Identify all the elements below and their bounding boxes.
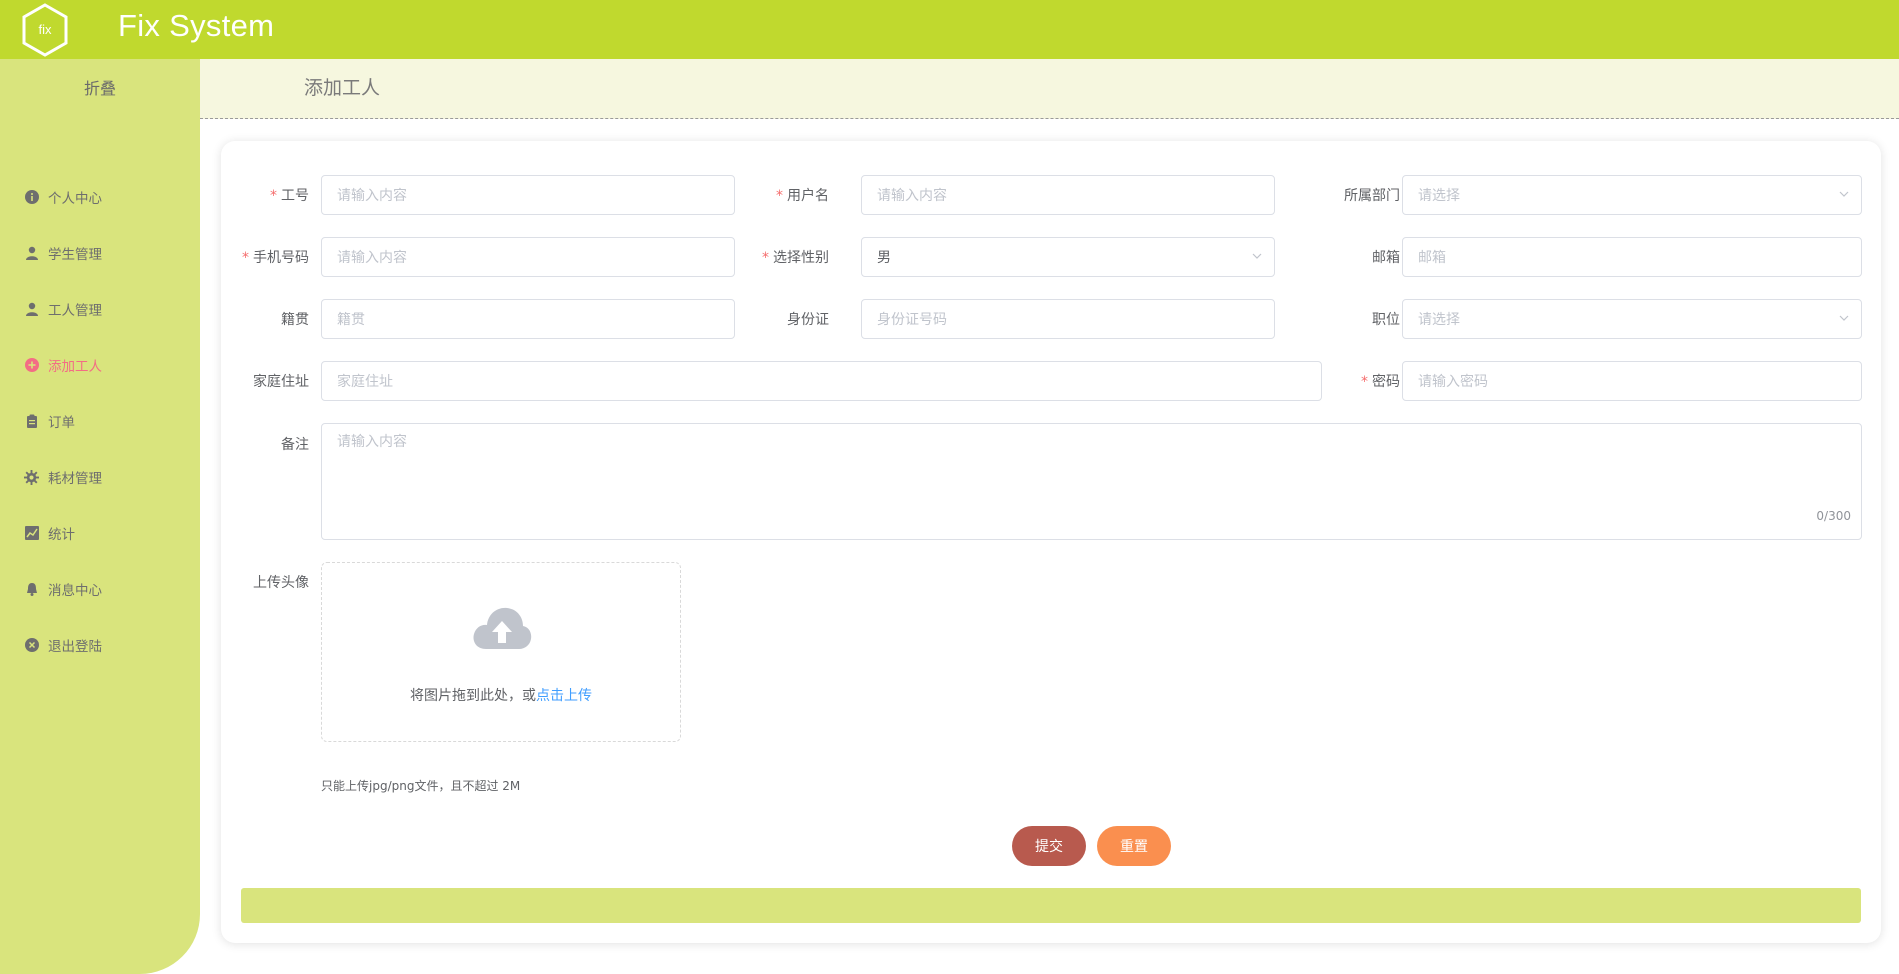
form-card: * 工号 请输入内容 * 用户名 请输入内容 所属部门 请选择 * 手机号码 请输入内… xyxy=(221,141,1881,943)
gender-select[interactable]: 男 xyxy=(861,237,1275,277)
remarks-textarea[interactable]: 请输入内容 0/300 xyxy=(321,423,1862,540)
page-header: 添加工人 xyxy=(200,59,1899,119)
address-label: 家庭住址 xyxy=(253,374,309,390)
username-label: * 用户名 xyxy=(776,188,829,204)
logo-icon: fix xyxy=(22,3,68,57)
sidebar-item-logout[interactable]: 退出登陆 xyxy=(24,633,102,657)
click-upload-link[interactable]: 点击上传 xyxy=(536,688,592,704)
email-label: 邮箱 xyxy=(1372,250,1400,266)
chevron-down-icon xyxy=(1839,191,1849,197)
clipboard-icon xyxy=(24,414,39,429)
position-label: 职位 xyxy=(1372,312,1400,328)
avatar-upload-dropzone[interactable]: 将图片拖到此处，或点击上传 xyxy=(321,562,681,742)
cloud-upload-icon xyxy=(473,607,532,649)
top-header: fix Fix System xyxy=(0,0,1899,59)
form-footer-bar xyxy=(241,888,1861,923)
sidebar-item-add-worker[interactable]: 添加工人 xyxy=(24,353,102,377)
sidebar-item-orders[interactable]: 订单 xyxy=(24,409,75,433)
remarks-label: 备注 xyxy=(281,437,309,453)
phone-label: * 手机号码 xyxy=(242,250,309,266)
submit-button[interactable]: 提交 xyxy=(1012,826,1086,866)
hometown-label: 籍贯 xyxy=(281,312,309,328)
sidebar-item-statistics[interactable]: 统计 xyxy=(24,521,75,545)
sidebar-item-label: 添加工人 xyxy=(48,359,102,375)
gear-icon xyxy=(24,469,39,485)
char-counter: 0/300 xyxy=(1816,509,1851,523)
sidebar-item-label: 统计 xyxy=(48,527,75,543)
upload-tip: 只能上传jpg/png文件，且不超过 2M xyxy=(321,779,521,793)
password-label: * 密码 xyxy=(1361,374,1400,390)
position-select[interactable]: 请选择 xyxy=(1402,299,1862,339)
department-select[interactable]: 请选择 xyxy=(1402,175,1862,215)
sidebar-item-label: 订单 xyxy=(48,415,75,431)
email-input[interactable]: 邮箱 xyxy=(1402,237,1862,277)
info-icon xyxy=(24,190,39,205)
collapse-button[interactable]: 折叠 xyxy=(0,75,200,99)
address-input[interactable]: 家庭住址 xyxy=(321,361,1322,401)
bell-icon xyxy=(24,582,39,597)
chart-icon xyxy=(24,526,39,541)
reset-button[interactable]: 重置 xyxy=(1097,826,1171,866)
sidebar-item-students[interactable]: 学生管理 xyxy=(24,241,102,265)
sidebar-item-label: 学生管理 xyxy=(48,247,102,263)
sidebar-item-messages[interactable]: 消息中心 xyxy=(24,577,102,601)
sidebar-item-label: 耗材管理 xyxy=(48,471,102,487)
username-input[interactable]: 请输入内容 xyxy=(861,175,1275,215)
avatar-label: 上传头像 xyxy=(253,575,309,591)
id-card-input[interactable]: 身份证号码 xyxy=(861,299,1275,339)
sidebar-item-label: 工人管理 xyxy=(48,303,102,319)
sidebar-item-label: 个人中心 xyxy=(48,191,102,207)
sidebar-item-materials[interactable]: 耗材管理 xyxy=(24,465,102,489)
sidebar-item-label: 消息中心 xyxy=(48,583,102,599)
user-icon xyxy=(24,246,39,261)
sidebar: 折叠 个人中心 学生管理 工人管理 添加工人 订单 耗材管理 统计 消息中心 退… xyxy=(0,59,200,974)
plus-circle-icon xyxy=(24,358,39,373)
svg-text:fix: fix xyxy=(39,22,53,37)
sidebar-item-profile[interactable]: 个人中心 xyxy=(24,185,102,209)
password-input[interactable]: 请输入密码 xyxy=(1402,361,1862,401)
upload-instructions: 将图片拖到此处，或点击上传 xyxy=(410,688,592,704)
close-circle-icon xyxy=(24,638,39,653)
sidebar-item-label: 退出登陆 xyxy=(48,639,102,655)
department-label: 所属部门 xyxy=(1344,188,1400,204)
user-icon xyxy=(24,302,39,317)
chevron-down-icon xyxy=(1839,315,1849,321)
sidebar-item-workers[interactable]: 工人管理 xyxy=(24,297,102,321)
id-card-label: 身份证 xyxy=(787,312,829,328)
gender-label: * 选择性别 xyxy=(762,250,829,266)
employee-id-label: * 工号 xyxy=(270,188,309,204)
page-title: 添加工人 xyxy=(304,77,381,99)
app-title: Fix System xyxy=(118,8,275,43)
